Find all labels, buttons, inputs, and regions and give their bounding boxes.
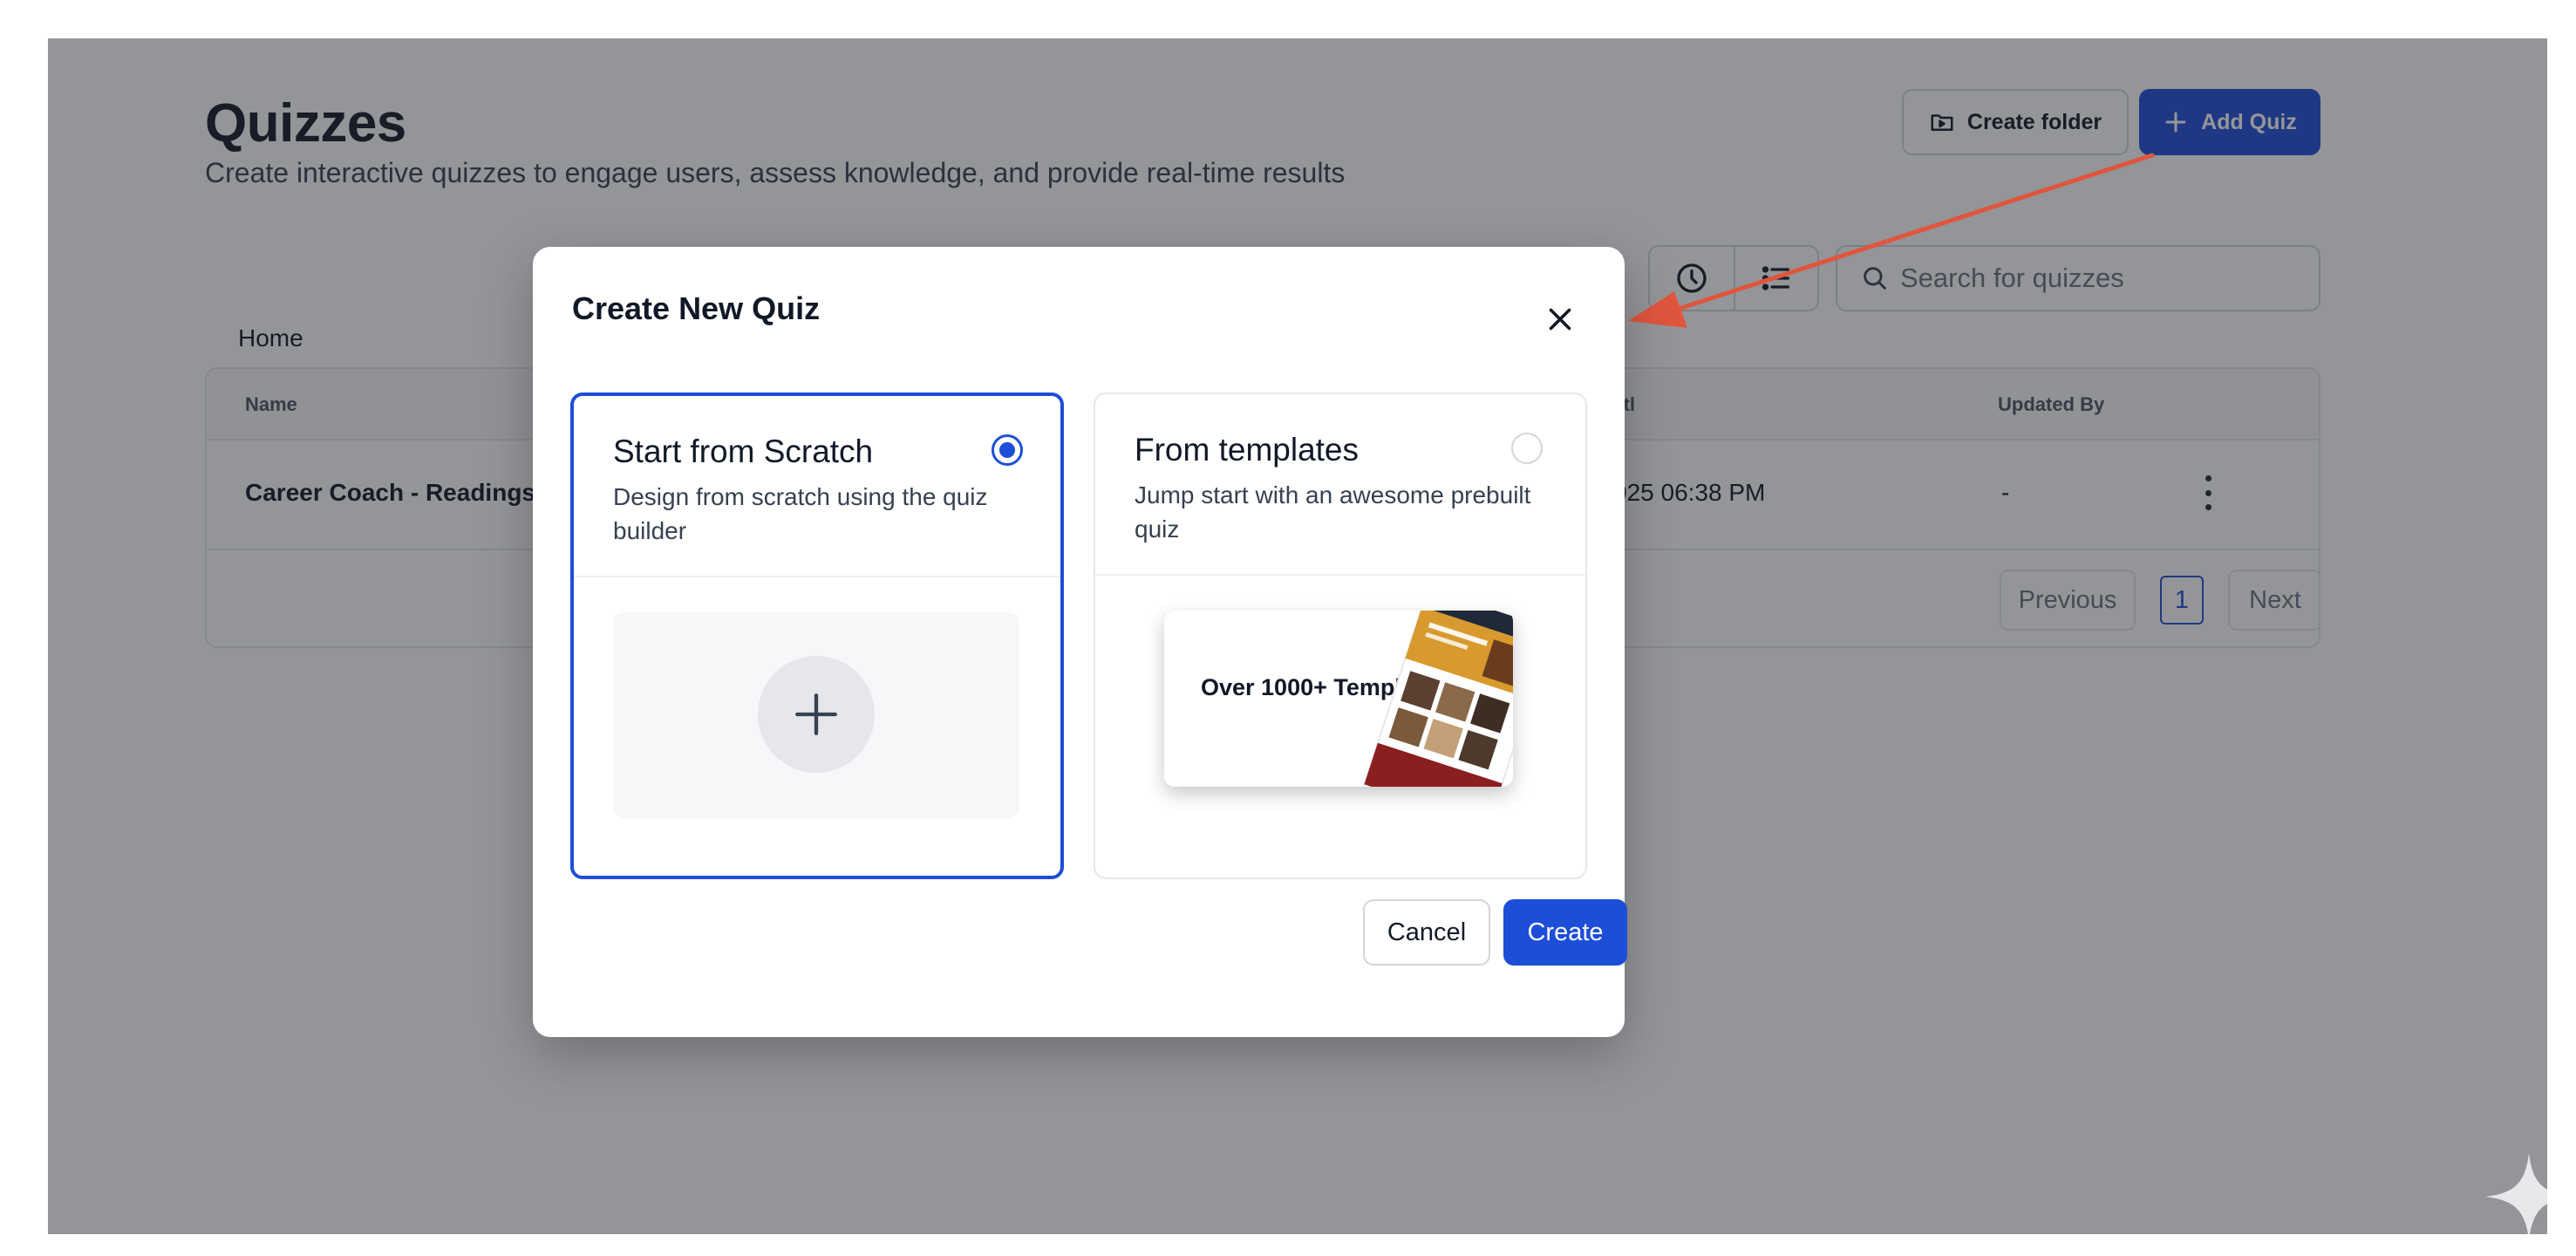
- templates-preview: Over 1000+ Templates: [1164, 611, 1513, 787]
- option-description: Jump start with an awesome prebuilt quiz: [1135, 481, 1531, 543]
- scratch-preview: [613, 612, 1019, 818]
- option-title: Start from Scratch: [613, 433, 874, 469]
- template-collage-image: [1361, 611, 1513, 787]
- cancel-button[interactable]: Cancel: [1363, 899, 1490, 966]
- option-from-templates[interactable]: From templates Jump start with an awesom…: [1094, 392, 1587, 879]
- option-description: Design from scratch using the quiz build…: [613, 483, 988, 544]
- create-button[interactable]: Create: [1503, 899, 1627, 966]
- scratch-radio[interactable]: [992, 434, 1023, 466]
- option-start-from-scratch[interactable]: Start from Scratch Design from scratch u…: [570, 392, 1064, 879]
- option-header: From templates Jump start with an awesom…: [1095, 394, 1585, 576]
- option-header: Start from Scratch Design from scratch u…: [574, 396, 1060, 577]
- dialog-title: Create New Quiz: [572, 290, 821, 326]
- close-button[interactable]: [1536, 295, 1584, 344]
- create-quiz-dialog: Create New Quiz Start from Scratch Desig…: [533, 247, 1627, 1037]
- plus-icon: [758, 656, 875, 773]
- close-icon: [1549, 308, 1571, 331]
- sparkle-icon: [2485, 1153, 2547, 1234]
- screenshot-canvas: Quizzes Create interactive quizzes to en…: [0, 0, 2576, 1256]
- app-page: Quizzes Create interactive quizzes to en…: [48, 38, 2547, 1234]
- templates-radio[interactable]: [1511, 433, 1543, 464]
- option-title: From templates: [1135, 432, 1360, 468]
